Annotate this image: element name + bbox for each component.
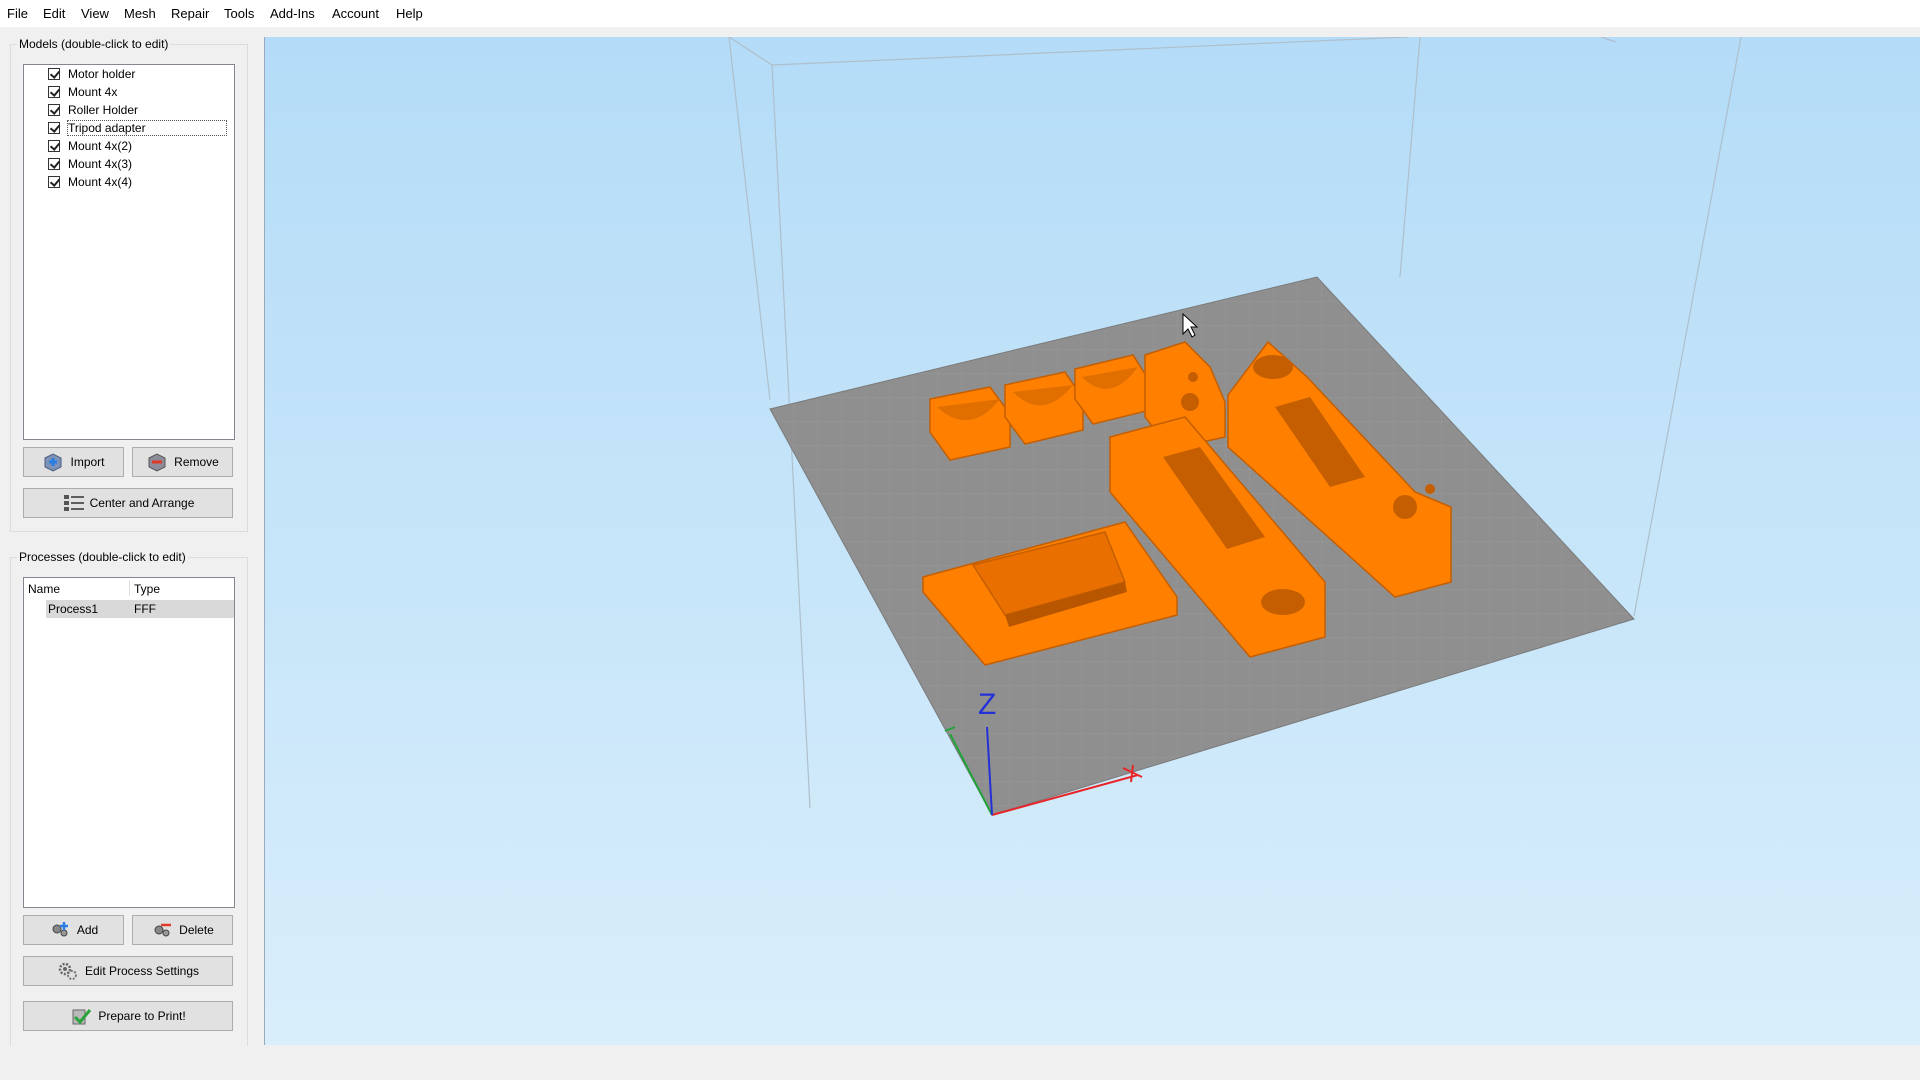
menu-file[interactable]: File [7, 6, 28, 21]
models-group-title: Models (double-click to edit) [17, 37, 171, 51]
add-label: Add [76, 923, 99, 937]
import-icon [42, 452, 64, 472]
add-icon [49, 920, 71, 940]
menu-help[interactable]: Help [396, 6, 423, 21]
table-header: Name Type [24, 578, 234, 598]
edit-process-settings-label: Edit Process Settings [84, 964, 200, 978]
remove-button[interactable]: Remove [132, 447, 233, 477]
model-label: Mount 4x(3) [68, 157, 133, 171]
processes-table[interactable]: Name Type Process1 FFF [23, 577, 235, 908]
add-process-button[interactable]: Add [23, 915, 124, 945]
menu-bar: File Edit View Mesh Repair Tools Add-Ins… [0, 0, 1920, 27]
process-type: FFF [134, 602, 156, 616]
delete-process-button[interactable]: Delete [132, 915, 233, 945]
checkbox-icon[interactable] [48, 86, 60, 98]
model-label: Mount 4x(4) [68, 175, 133, 189]
menu-add-ins[interactable]: Add-Ins [270, 6, 315, 21]
checkbox-icon[interactable] [48, 122, 60, 134]
remove-label: Remove [174, 455, 219, 469]
column-divider[interactable] [129, 580, 130, 596]
checkbox-icon[interactable] [48, 68, 60, 80]
processes-group-title: Processes (double-click to edit) [17, 550, 188, 564]
model-roller-holder-a [929, 386, 1011, 461]
model-label: Tripod adapter [67, 120, 227, 136]
column-header-name[interactable]: Name [28, 582, 60, 596]
status-bar [0, 1046, 1920, 1080]
remove-icon [146, 452, 168, 472]
center-arrange-icon [62, 493, 84, 513]
list-item[interactable]: Mount 4x [24, 83, 234, 101]
menu-repair[interactable]: Repair [171, 6, 209, 21]
menu-edit[interactable]: Edit [43, 6, 65, 21]
list-item[interactable]: Roller Holder [24, 101, 234, 119]
model-label: Motor holder [68, 67, 136, 81]
model-roller-holder-b [1004, 371, 1084, 445]
model-label: Mount 4x(2) [68, 139, 133, 153]
edit-process-settings-button[interactable]: Edit Process Settings [23, 956, 233, 986]
list-item[interactable]: Mount 4x(3) [24, 155, 234, 173]
model-label: Mount 4x [68, 85, 118, 99]
prepare-to-print-label: Prepare to Print! [98, 1009, 186, 1023]
prepare-to-print-button[interactable]: Prepare to Print! [23, 1001, 233, 1031]
column-header-type[interactable]: Type [134, 582, 160, 596]
checkbox-icon[interactable] [48, 140, 60, 152]
scene-canvas[interactable]: Z [265, 36, 1920, 1045]
3d-viewport[interactable]: Z [264, 36, 1920, 1045]
list-item[interactable]: Mount 4x(4) [24, 173, 234, 191]
list-item[interactable]: Mount 4x(2) [24, 137, 234, 155]
checkmark-icon [70, 1006, 92, 1026]
delete-label: Delete [179, 923, 214, 937]
menu-tools[interactable]: Tools [224, 6, 254, 21]
import-button[interactable]: Import [23, 447, 124, 477]
table-row[interactable]: Process1 FFF [46, 600, 234, 618]
model-label: Roller Holder [68, 103, 139, 117]
menu-view[interactable]: View [81, 6, 109, 21]
checkbox-icon[interactable] [48, 158, 60, 170]
import-label: Import [70, 455, 105, 469]
menu-account[interactable]: Account [332, 6, 379, 21]
center-arrange-button[interactable]: Center and Arrange [23, 488, 233, 518]
center-arrange-label: Center and Arrange [89, 496, 195, 510]
menu-mesh[interactable]: Mesh [124, 6, 156, 21]
settings-gear-icon [57, 961, 79, 981]
delete-icon [151, 920, 173, 940]
list-item-focused[interactable]: Tripod adapter [24, 119, 234, 137]
checkbox-icon[interactable] [48, 176, 60, 188]
z-axis-label: Z [978, 688, 996, 721]
list-item[interactable]: Motor holder [24, 65, 234, 83]
models-list[interactable]: Motor holder Mount 4x Roller Holder Trip… [23, 64, 235, 440]
process-name: Process1 [48, 602, 99, 616]
checkbox-icon[interactable] [48, 104, 60, 116]
